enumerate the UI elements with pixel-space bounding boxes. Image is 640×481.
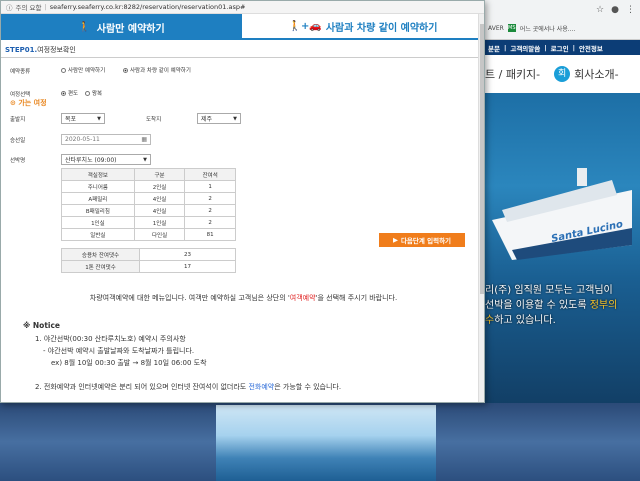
island-photo [216, 405, 436, 481]
info-icon: ⓘ [6, 4, 13, 12]
package-menu[interactable]: 트 / 패키지- [485, 66, 540, 82]
arrow-right-icon: ▶ [392, 236, 398, 244]
table-row: 승용차 잔여댓수 23 [61, 248, 236, 261]
popup-url[interactable]: seaferry.seaferry.co.kr:8282/reservation… [50, 3, 246, 11]
hero-line: 선박을 이용할 수 있도록 정부의 [485, 300, 618, 311]
tab-passenger-vehicle[interactable]: 🚶+🚗 사람과 차량 같이 예약하기 [242, 14, 484, 40]
column-header: 구분 [133, 168, 186, 181]
person-plus-car-icon: 🚶+🚗 [288, 20, 322, 32]
calendar-icon: ▦ [141, 136, 147, 143]
table-row: 1톤 잔여댓수 17 [61, 260, 236, 273]
step-number: STEP01. [5, 46, 38, 54]
security-status: 주의 요함 [15, 4, 42, 12]
bookmarks-bar: AVER MS 어느 곳에서나 사용.... [488, 21, 640, 35]
browser-icons: ☆ ● ⋮ [596, 5, 635, 15]
departure-select[interactable]: 목포 ▼ [61, 113, 105, 124]
radio-one-way[interactable]: 편도 [61, 89, 78, 97]
notice-title: ※ Notice [23, 321, 61, 330]
ferry-ship-image: Santa Lucino [492, 168, 632, 260]
site-top-nav: 분문 | 고객의말씀 | 로그인 | 안전정보 [485, 40, 640, 55]
hero-line: 리(주) 임직원 모두는 고객님이 [485, 285, 613, 296]
dropdown-arrow-icon: ▼ [143, 156, 147, 163]
boarding-date-input[interactable]: 2020-05-11 ▦ [61, 134, 151, 145]
step-heading: STEP01. 여정정보확인 [1, 43, 484, 58]
bookmark-naver[interactable]: AVER [488, 25, 504, 32]
tab-passenger-only[interactable]: 🚶 사람만 예약하기 [1, 14, 242, 40]
company-icon: 회 [554, 66, 571, 82]
vehicle-availability-table: 승용차 잔여댓수 23 1톤 잔여댓수 17 [61, 248, 236, 273]
arrival-label: 도착지 [146, 117, 162, 123]
table-row: A패밀리 4인실 2 [61, 192, 236, 205]
popup-address-bar: ⓘ 주의 요함 | seaferry.seaferry.co.kr:8282/r… [1, 1, 484, 14]
ship-select[interactable]: 산타루치노 (09:00) ▼ [61, 154, 151, 165]
hero-line: 수하고 있습니다. [485, 315, 556, 326]
bookmark-ms-icon: MS [507, 24, 516, 32]
scrollbar-thumb[interactable] [480, 24, 484, 294]
nav-item[interactable]: 로그인 [551, 43, 569, 53]
notice-example: ex) 8월 10일 00:30 출발 → 8월 10일 06:00 도착 [51, 359, 207, 367]
departure-label: 출발지 [10, 117, 26, 123]
table-row: 주니어룸 2인실 1 [61, 180, 236, 193]
table-row: B패밀리침 4인실 2 [61, 204, 236, 217]
radio-off-icon [85, 90, 90, 96]
popup-scrollbar[interactable] [478, 14, 484, 402]
more-menu-icon[interactable]: ⋮ [626, 5, 635, 15]
table-header-row: 객실정보 구분 잔여석 [61, 168, 236, 181]
arrival-select[interactable]: 제주 ▼ [197, 113, 241, 124]
table-row: 1인실 1인실 2 [61, 216, 236, 229]
dropdown-arrow-icon: ▼ [233, 115, 237, 122]
radio-on-icon [123, 67, 128, 73]
star-icon[interactable]: ☆ [596, 5, 604, 15]
radio-passenger-vehicle[interactable]: 사람과 차량 같이 예약하기 [123, 66, 191, 74]
radio-on-icon [61, 90, 66, 96]
radio-off-icon [61, 67, 66, 73]
radio-passenger-only[interactable]: 사람만 예약하기 [61, 66, 105, 74]
cabin-availability-table: 객실정보 구분 잔여석 주니어룸 2인실 1 A패밀리 4인실 2 B패밀리침 4인실 2 … [61, 168, 236, 241]
bullet-circle-icon: ⊙ [10, 99, 16, 107]
ship-label: 선박명 [10, 158, 26, 164]
phone-reservation-link[interactable]: 전화예약 [248, 383, 274, 391]
radio-round-trip[interactable]: 왕복 [85, 89, 102, 97]
passenger-reservation-link[interactable]: 여객예약 [290, 294, 316, 302]
vehicle-reservation-message: 차량여객예약에 대한 메뉴입니다. 여객만 예약하실 고객님은 상단의 '여객예… [89, 294, 398, 302]
reservation-type-label: 예약종류 [10, 69, 31, 75]
company-menu[interactable]: 회사소개- [574, 66, 618, 82]
boarding-date-label: 승선일 [10, 138, 26, 144]
next-step-button[interactable]: ▶ 다음단계 입력하기 [379, 233, 465, 247]
site-sub-nav: 트 / 패키지- 회 회사소개- [485, 55, 640, 93]
column-header: 잔여석 [184, 168, 236, 181]
notice-item: 2. 전화예약과 인터넷예약은 분리 되어 있으며 인터넷 잔여석이 없더라도 … [35, 383, 342, 391]
nav-item[interactable]: 안전정보 [579, 43, 603, 53]
profile-icon[interactable]: ● [611, 5, 619, 15]
nav-item[interactable]: 고객의말씀 [510, 43, 540, 53]
outbound-section-title: ⊙ 가는 여정 [10, 99, 47, 107]
table-row: 일반실 다인실 81 [61, 228, 236, 241]
dropdown-arrow-icon: ▼ [97, 115, 101, 122]
column-header: 객실정보 [61, 168, 135, 181]
nav-item[interactable]: 분문 [488, 43, 500, 53]
bookmark-item[interactable]: 어느 곳에서나 사용.... [520, 24, 576, 33]
notice-subitem: - 야간선박 예약시 출발날짜와 도착날짜가 틀립니다. [43, 347, 195, 355]
reservation-popup: ⓘ 주의 요함 | seaferry.seaferry.co.kr:8282/r… [0, 0, 485, 403]
walking-person-icon: 🚶 [78, 21, 91, 33]
trip-type-label: 여정선택 [10, 92, 31, 98]
notice-item: 1. 야간선박(00:30 산타루치노호) 예약시 주의사항 [35, 335, 186, 343]
step-title: 여정정보확인 [37, 46, 76, 54]
reservation-type-tabs: 🚶 사람만 예약하기 🚶+🚗 사람과 차량 같이 예약하기 [1, 14, 484, 40]
hero-text: 리(주) 임직원 모두는 고객님이 선박을 이용할 수 있도록 정부의 수하고 … [485, 283, 640, 328]
